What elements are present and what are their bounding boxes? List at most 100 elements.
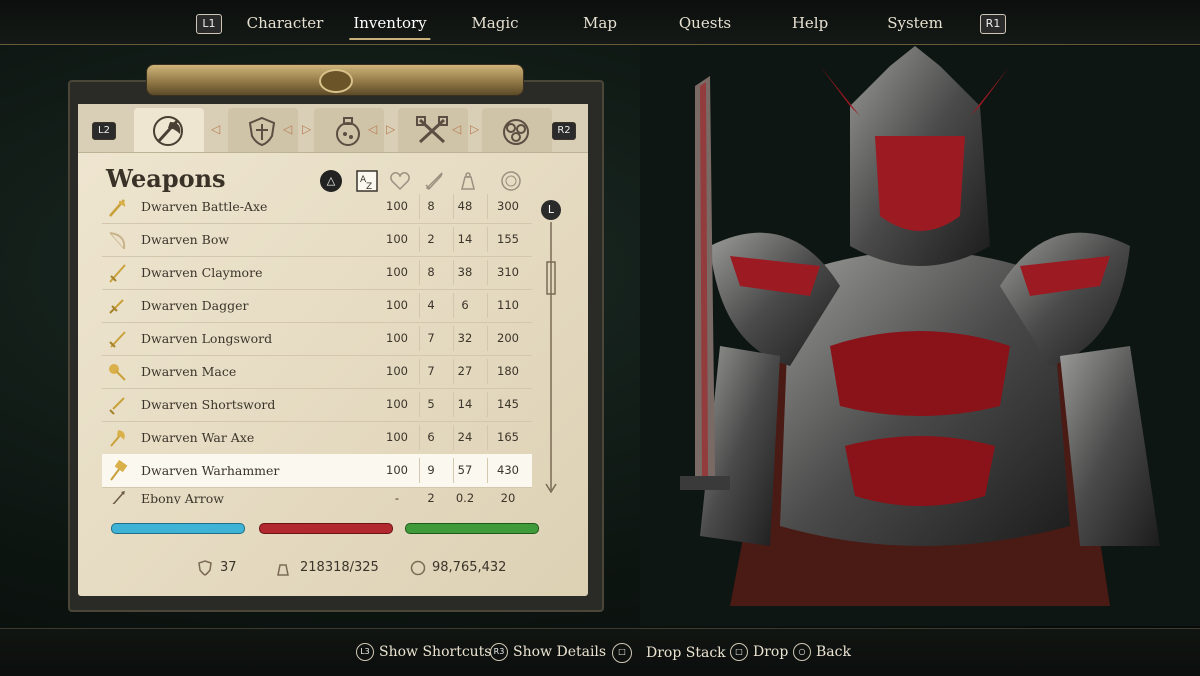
- hint-show-details[interactable]: R3 Show Details: [490, 643, 606, 661]
- item-damage: 8: [427, 265, 435, 279]
- category-tabs: L2 ◁ ◁ ▷ ◁ ▷ ◁ ▷ R2: [78, 104, 588, 153]
- item-value: 310: [497, 265, 519, 279]
- item-condition: 100: [386, 463, 408, 477]
- bow-icon: [109, 232, 126, 250]
- tab-arrow-icon: ▷: [302, 122, 312, 136]
- item-weight: 0.2: [455, 491, 475, 504]
- list-item[interactable]: Dwarven Dagger 100 4 6 110: [102, 289, 532, 323]
- item-name: Dwarven War Axe: [141, 430, 255, 445]
- item-condition: 100: [386, 199, 408, 213]
- triangle-button[interactable]: △: [320, 170, 342, 192]
- hint-drop-stack[interactable]: □ Drop Stack: [612, 643, 726, 663]
- hint-show-shortcuts[interactable]: L3 Show Shortcuts: [356, 643, 492, 661]
- tab-help[interactable]: Help: [792, 14, 828, 32]
- weight-icon[interactable]: [457, 170, 479, 192]
- list-item[interactable]: Dwarven War Axe 100 6 24 165: [102, 421, 532, 455]
- arrow-icon: [112, 491, 125, 504]
- item-name: Dwarven Warhammer: [141, 463, 280, 478]
- item-condition: 100: [386, 430, 408, 444]
- square-button-icon: □: [730, 643, 748, 661]
- item-value: 180: [497, 364, 519, 378]
- hint-drop[interactable]: □ Drop: [730, 643, 788, 661]
- armor-rating: 37: [220, 560, 237, 575]
- ingredients-icon: [503, 119, 529, 145]
- l3-button-icon: L3: [356, 643, 374, 661]
- list-item[interactable]: Dwarven Bow 100 2 14 155: [102, 223, 532, 257]
- list-item[interactable]: Dwarven Claymore 100 8 38 310: [102, 256, 532, 290]
- item-condition: 100: [386, 265, 408, 279]
- list-item[interactable]: Dwarven Longsword 100 7 32 200: [102, 322, 532, 356]
- item-condition: 100: [386, 397, 408, 411]
- category-title: Weapons: [106, 164, 226, 193]
- tab-arrow-icon: ◁: [283, 122, 293, 136]
- tab-character[interactable]: Character: [247, 14, 324, 32]
- button-hints-bar: L3 Show Shortcuts R3 Show Details □ Drop St…: [0, 628, 1200, 676]
- item-name: Dwarven Mace: [141, 364, 237, 379]
- item-condition: 100: [386, 298, 408, 312]
- item-value: 300: [497, 199, 519, 213]
- tab-ingredients[interactable]: [482, 108, 552, 152]
- scrollbar[interactable]: [542, 222, 560, 498]
- warhammer-icon: [110, 460, 128, 481]
- damage-sword-icon[interactable]: [423, 170, 445, 192]
- tab-arrow-icon: ◁: [211, 122, 221, 136]
- item-weight: 48: [457, 199, 473, 213]
- list-item[interactable]: Dwarven Mace 100 7 27 180: [102, 355, 532, 389]
- item-damage: 7: [427, 331, 435, 345]
- tab-map[interactable]: Map: [583, 14, 617, 32]
- tab-magic[interactable]: Magic: [471, 14, 518, 32]
- tab-arrow-icon: ▷: [386, 122, 396, 136]
- tab-quests[interactable]: Quests: [679, 14, 731, 32]
- list-item-selected[interactable]: Dwarven Warhammer 100 9 57 430: [102, 454, 532, 488]
- item-name: Dwarven Bow: [141, 232, 230, 247]
- top-nav: L1 Character Inventory Magic Map Quests …: [0, 0, 1200, 45]
- item-name: Dwarven Shortsword: [141, 397, 276, 412]
- item-condition: 100: [386, 331, 408, 345]
- panel-ornament: [146, 64, 524, 96]
- item-value: 110: [497, 298, 519, 312]
- l1-button[interactable]: L1: [196, 14, 222, 34]
- fatigue-bar: [406, 524, 538, 533]
- item-value: 20: [500, 491, 516, 504]
- item-name: Dwarven Claymore: [141, 265, 263, 280]
- tab-weapons[interactable]: [134, 108, 204, 152]
- r3-button-icon: R3: [490, 643, 508, 661]
- tab-inventory[interactable]: Inventory: [349, 14, 431, 40]
- circle-button-icon: ○: [793, 643, 811, 661]
- battle-axe-icon: [109, 199, 126, 217]
- gold-coin-icon: [410, 560, 426, 576]
- item-weight: 38: [457, 265, 473, 279]
- item-damage: 9: [427, 463, 435, 477]
- item-weight: 32: [457, 331, 473, 345]
- scroll-stick-button[interactable]: L: [541, 200, 561, 220]
- tools-icon: [416, 116, 448, 144]
- character-armor-figure: [640, 46, 1200, 626]
- item-name: Dwarven Battle-Axe: [141, 199, 268, 214]
- item-value: 155: [497, 232, 519, 246]
- list-item[interactable]: Dwarven Shortsword 100 5 14 145: [102, 388, 532, 422]
- claymore-icon: [109, 264, 126, 283]
- item-damage: 8: [427, 199, 435, 213]
- item-condition: -: [394, 491, 400, 504]
- health-bar: [260, 524, 392, 533]
- l2-button[interactable]: L2: [92, 122, 116, 140]
- dagger-icon: [109, 299, 124, 314]
- list-item[interactable]: Ebony Arrow - 2 0.2 20: [102, 488, 532, 504]
- item-damage: 6: [427, 430, 435, 444]
- value-coin-icon[interactable]: [500, 170, 522, 192]
- r1-button[interactable]: R1: [980, 14, 1006, 34]
- gold-amount: 98,765,432: [432, 560, 507, 575]
- hint-back[interactable]: ○ Back: [793, 643, 851, 661]
- ornament-gem: [319, 69, 353, 93]
- condition-heart-icon[interactable]: [389, 170, 411, 192]
- list-item[interactable]: Dwarven Battle-Axe 100 8 48 300: [102, 190, 532, 224]
- tab-system[interactable]: System: [887, 14, 943, 32]
- item-damage: 4: [427, 298, 435, 312]
- war-axe-icon: [110, 430, 125, 447]
- shortsword-icon: [109, 397, 125, 415]
- sort-az-icon[interactable]: A Z: [356, 170, 378, 192]
- tab-arrow-icon: ◁: [452, 122, 462, 136]
- armor-rating-icon: [198, 560, 212, 576]
- item-weight: 24: [457, 430, 473, 444]
- r2-button[interactable]: R2: [552, 122, 576, 140]
